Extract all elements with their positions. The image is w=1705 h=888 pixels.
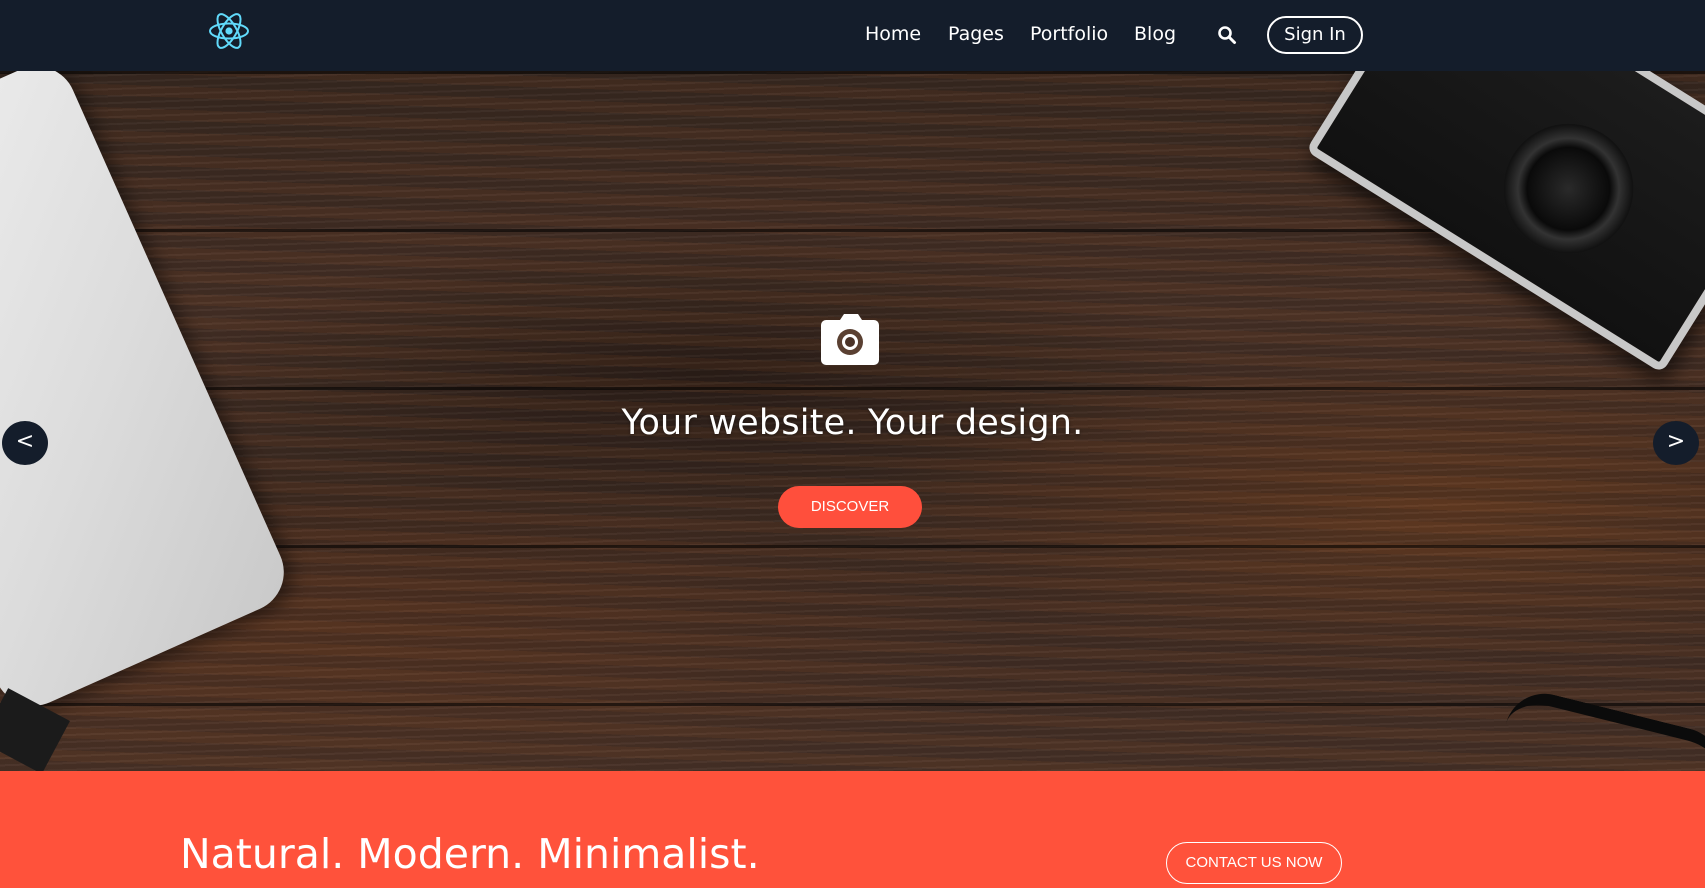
tagline-banner: Natural. Modern. Minimalist. CONTACT US … [0,771,1705,888]
camera-lens [1478,99,1659,279]
sign-in-button[interactable]: Sign In [1267,16,1363,54]
banner-title: Natural. Modern. Minimalist. [180,830,760,878]
hero-slider: Your website. Your design. DISCOVER < > [0,71,1705,771]
nav-link-home[interactable]: Home [865,21,921,47]
react-logo-icon[interactable] [207,9,251,53]
nav-link-pages[interactable]: Pages [948,21,1004,47]
camera-icon [821,314,879,365]
hero-title: Your website. Your design. [621,403,1084,443]
nav-link-portfolio[interactable]: Portfolio [1030,21,1108,47]
top-navbar: Home Pages Portfolio Blog Sign In [0,0,1705,71]
nav-link-blog[interactable]: Blog [1134,21,1176,47]
slider-prev-button[interactable]: < [2,421,48,465]
laptop-image [0,71,297,719]
slider-next-button[interactable]: > [1653,421,1699,465]
discover-button[interactable]: DISCOVER [778,486,922,528]
glasses-image [1501,685,1705,771]
search-icon[interactable] [1217,25,1237,45]
contact-us-button[interactable]: CONTACT US NOW [1166,842,1342,884]
camera-image [1305,71,1705,374]
